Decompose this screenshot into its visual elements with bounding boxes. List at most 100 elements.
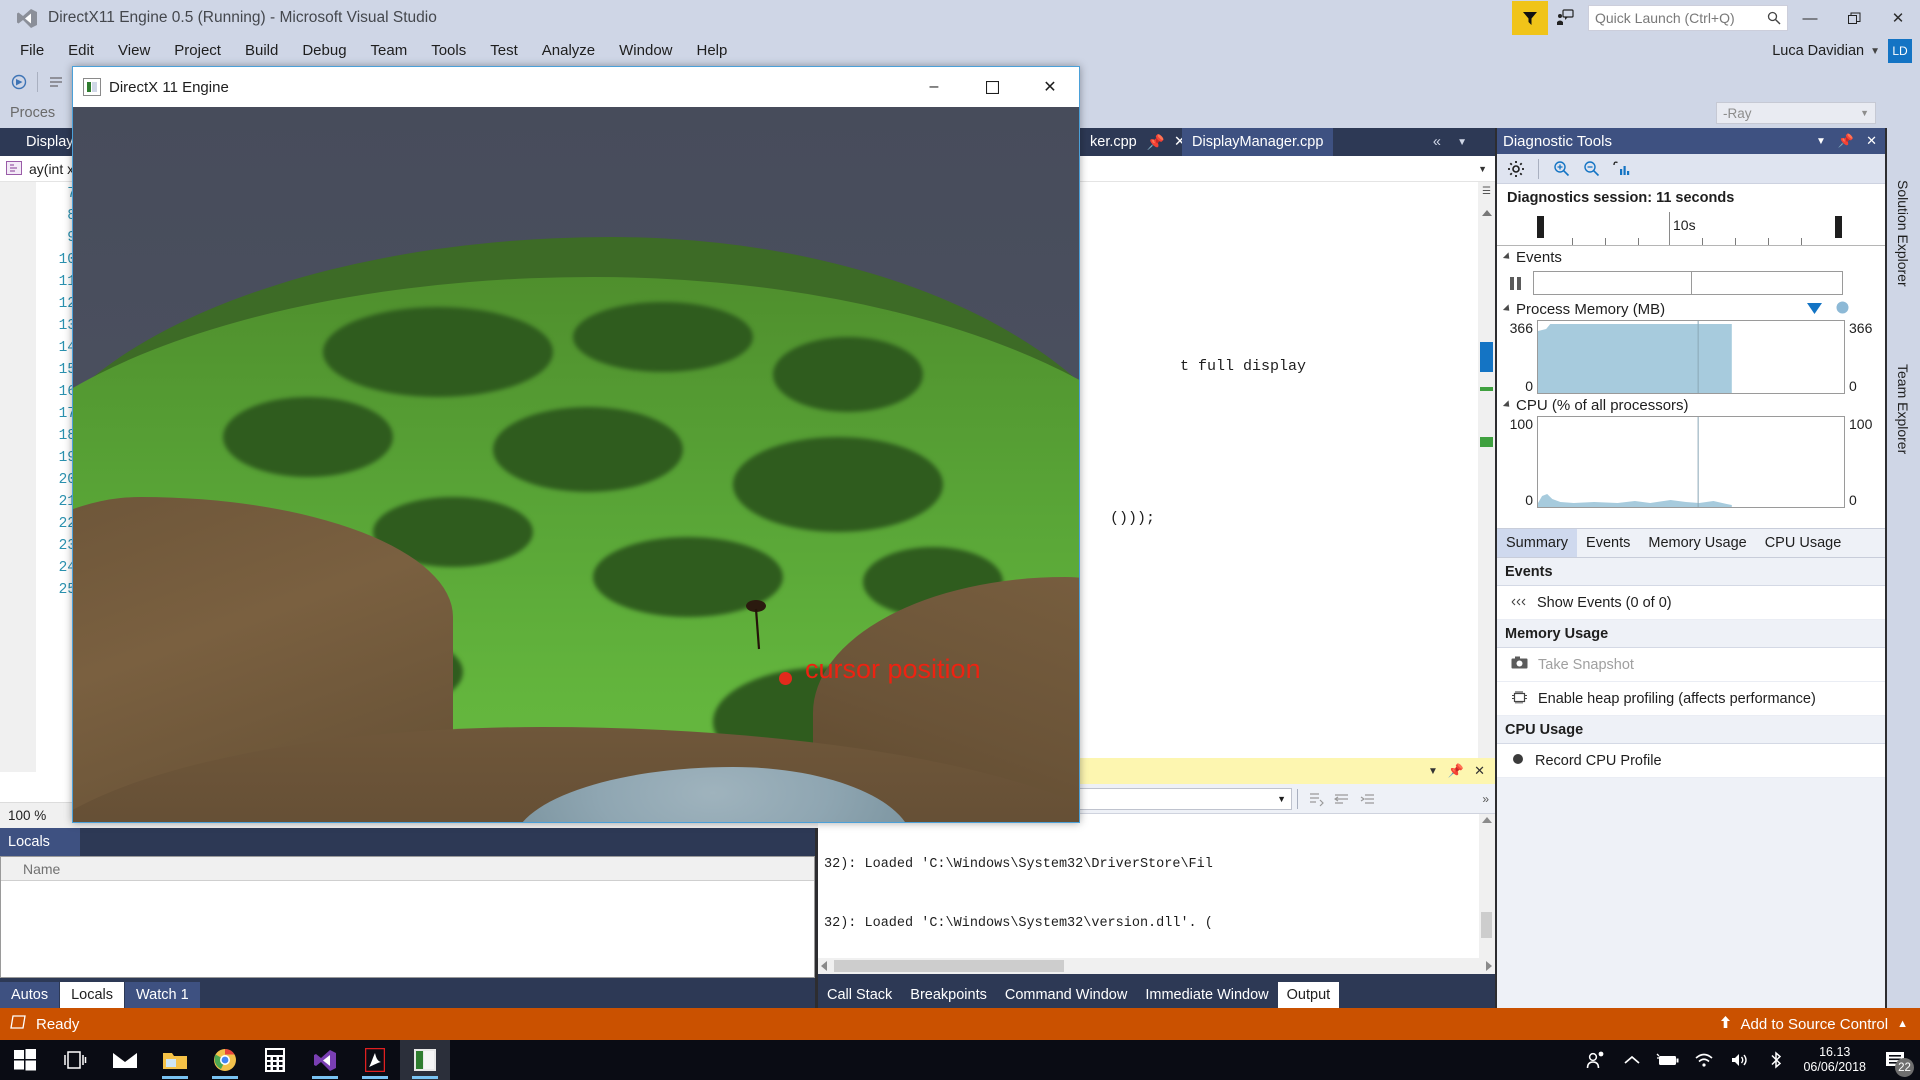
diagnostics-memory-header[interactable]: Process Memory (MB) [1497,298,1885,320]
menu-item-project[interactable]: Project [162,36,233,66]
quick-launch-input[interactable]: Quick Launch (Ctrl+Q) [1588,5,1788,31]
timeline-handle-right[interactable] [1835,216,1842,238]
new-project-icon[interactable] [6,70,32,94]
close-icon[interactable]: ✕ [1474,763,1485,779]
file-explorer-icon[interactable] [150,1040,200,1080]
mail-icon[interactable] [100,1040,150,1080]
events-track[interactable] [1533,271,1843,295]
scroll-left-arrow-icon[interactable] [821,961,827,971]
wifi-icon[interactable] [1687,1040,1721,1080]
show-hidden-icons-chevron-icon[interactable] [1615,1040,1649,1080]
tab-breakpoints[interactable]: Breakpoints [901,982,996,1008]
tab-watch-1[interactable]: Watch 1 [125,982,200,1008]
menu-item-team[interactable]: Team [359,36,420,66]
menu-item-edit[interactable]: Edit [56,36,106,66]
summary-item-enable-heap-profiling[interactable]: Enable heap profiling (affects performan… [1497,682,1885,716]
clear-all-icon[interactable] [1303,787,1329,811]
calculator-icon[interactable] [250,1040,300,1080]
pin-icon[interactable]: 📌 [1147,134,1165,151]
output-toolbar-overflow-icon[interactable]: » [1482,792,1495,806]
cpu-plot[interactable] [1537,416,1845,508]
output-scrollbar-horizontal[interactable] [818,958,1495,974]
chevron-down-icon[interactable]: ▼ [1447,128,1477,156]
sidebar-item-team-explorer[interactable]: Team Explorer [1889,356,1917,463]
task-view-icon[interactable] [50,1040,100,1080]
menu-item-file[interactable]: File [8,36,56,66]
notifications-icon[interactable]: 22 [1876,1040,1916,1080]
directx-render-canvas[interactable]: cursor position [73,107,1079,822]
menu-item-analyze[interactable]: Analyze [530,36,607,66]
dx-maximize-button[interactable] [963,67,1021,107]
dx-minimize-button[interactable]: – [905,67,963,107]
chevron-down-icon[interactable]: ▼ [1870,46,1880,57]
tab-displaymanager-cpp[interactable]: DisplayManager.cpp [1182,128,1334,156]
visual-studio-icon[interactable] [300,1040,350,1080]
funnel-icon[interactable] [1512,1,1548,35]
menu-item-test[interactable]: Test [478,36,530,66]
volume-icon[interactable] [1723,1040,1757,1080]
pin-icon[interactable]: 📌 [1838,133,1854,149]
avatar[interactable]: LD [1888,39,1912,63]
close-icon[interactable]: ✕ [1866,133,1877,149]
acrobat-icon[interactable] [350,1040,400,1080]
memory-plot[interactable] [1537,320,1845,394]
scroll-up-arrow-icon[interactable] [1482,210,1492,216]
tab-memory-usage[interactable]: Memory Usage [1639,529,1755,557]
diagnostics-cpu-header[interactable]: CPU (% of all processors) [1497,394,1885,416]
chevron-down-icon[interactable]: ▼ [1478,164,1487,174]
start-icon[interactable] [0,1040,50,1080]
zoom-level[interactable]: 100 % [8,808,46,823]
menu-item-debug[interactable]: Debug [290,36,358,66]
restore-button[interactable] [1832,0,1876,36]
scroll-split-icon[interactable]: ☰ [1481,186,1492,197]
menu-item-tools[interactable]: Tools [419,36,478,66]
sidebar-item-solution-explorer[interactable]: Solution Explorer [1889,172,1917,295]
summary-item-show-events[interactable]: Show Events (0 of 0) [1497,586,1885,620]
clock[interactable]: 16.13 06/06/2018 [1795,1045,1874,1075]
locals-grid[interactable]: Name [0,856,815,978]
status-source-control-group[interactable]: Add to Source Control ▲ [1719,1015,1920,1033]
menu-item-build[interactable]: Build [233,36,290,66]
memory-marker-icon[interactable] [1807,301,1822,318]
menu-item-help[interactable]: Help [685,36,740,66]
scrollbar-thumb[interactable] [1480,342,1493,372]
gear-icon[interactable] [1503,157,1529,181]
tab-events[interactable]: Events [1577,529,1639,557]
tab-cpu-usage[interactable]: CPU Usage [1756,529,1851,557]
toggle-word-wrap-icon[interactable] [1329,787,1355,811]
tab-shader-cpp[interactable]: ker.cpp 📌 ✕ [1080,128,1196,156]
feedback-icon[interactable] [1548,1,1582,35]
zoom-out-icon[interactable] [1578,157,1604,181]
ray-combo[interactable]: -Ray ▼ [1716,102,1876,124]
bluetooth-icon[interactable] [1759,1040,1793,1080]
editor-scrollbar-vertical[interactable]: ☰ [1478,182,1495,772]
tab-immediate-window[interactable]: Immediate Window [1136,982,1277,1008]
tab-call-stack[interactable]: Call Stack [818,982,901,1008]
tab-autos[interactable]: Autos [0,982,60,1008]
scrollbar-thumb[interactable] [1481,912,1492,938]
pause-icon[interactable] [1497,276,1533,290]
tab-locals[interactable]: Locals [60,982,125,1008]
directx-engine-window[interactable]: DirectX 11 Engine – ✕ cursor position [72,66,1080,823]
directx-engine-icon[interactable] [400,1040,450,1080]
zoom-in-icon[interactable] [1548,157,1574,181]
comment-icon[interactable] [43,70,69,94]
summary-item-record-cpu-profile[interactable]: Record CPU Profile [1497,744,1885,778]
output-text[interactable]: 32): Loaded 'C:\Windows\System32\DriverS… [818,814,1495,970]
chevron-down-icon[interactable]: ▼ [1428,766,1438,777]
diagnostics-events-header[interactable]: Events [1497,246,1885,268]
people-icon[interactable] [1579,1040,1613,1080]
chrome-icon[interactable] [200,1040,250,1080]
scroll-right-arrow-icon[interactable] [1486,961,1492,971]
scroll-up-arrow-icon[interactable] [1482,817,1492,823]
toggle-indent-icon[interactable] [1355,787,1381,811]
battery-icon[interactable] [1651,1040,1685,1080]
memory-snapshot-dot-icon[interactable] [1836,301,1849,318]
pin-icon[interactable]: 📌 [1448,763,1464,779]
diagnostics-timeline-ruler[interactable]: 10s [1497,212,1885,246]
output-scrollbar-vertical[interactable] [1479,814,1495,970]
chevron-down-icon[interactable]: ▼ [1816,136,1826,147]
chevron-up-icon[interactable]: ▲ [1897,1018,1908,1030]
account-area[interactable]: Luca Davidian ▼ LD [1772,39,1920,63]
scrollbar-thumb[interactable] [834,960,1064,972]
